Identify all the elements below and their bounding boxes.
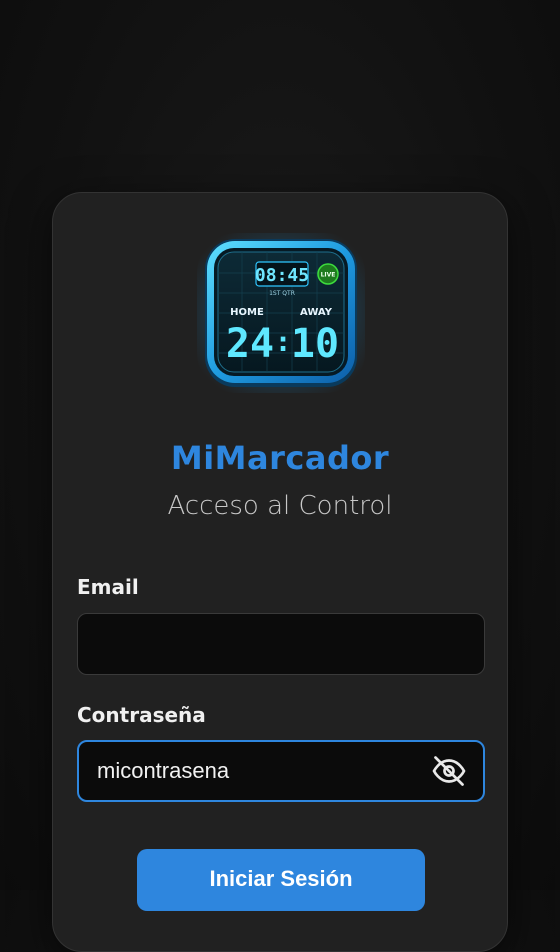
- logo-away-score: 10: [291, 321, 339, 367]
- login-card: 08:45 1ST QTR LIVE HOME AWAY 24 : 10 MiM…: [52, 192, 508, 952]
- logo-away-label: AWAY: [300, 307, 333, 318]
- eye-off-icon[interactable]: [431, 753, 467, 789]
- logo-home-score: 24: [226, 321, 274, 367]
- page-subtitle: Acceso al Control: [167, 491, 393, 521]
- logo-separator: :: [275, 325, 292, 358]
- logo-period: 1ST QTR: [269, 290, 295, 297]
- password-label: Contraseña: [77, 703, 206, 727]
- logo-home-label: HOME: [230, 307, 264, 318]
- password-field[interactable]: [77, 740, 485, 802]
- login-button[interactable]: Iniciar Sesión: [137, 849, 425, 911]
- app-name: MiMarcador: [170, 439, 390, 477]
- logo-clock: 08:45: [255, 265, 309, 286]
- scoreboard-logo: 08:45 1ST QTR LIVE HOME AWAY 24 : 10: [197, 233, 365, 393]
- logo-live: LIVE: [321, 272, 336, 279]
- email-label: Email: [77, 575, 139, 599]
- email-field[interactable]: [77, 613, 485, 675]
